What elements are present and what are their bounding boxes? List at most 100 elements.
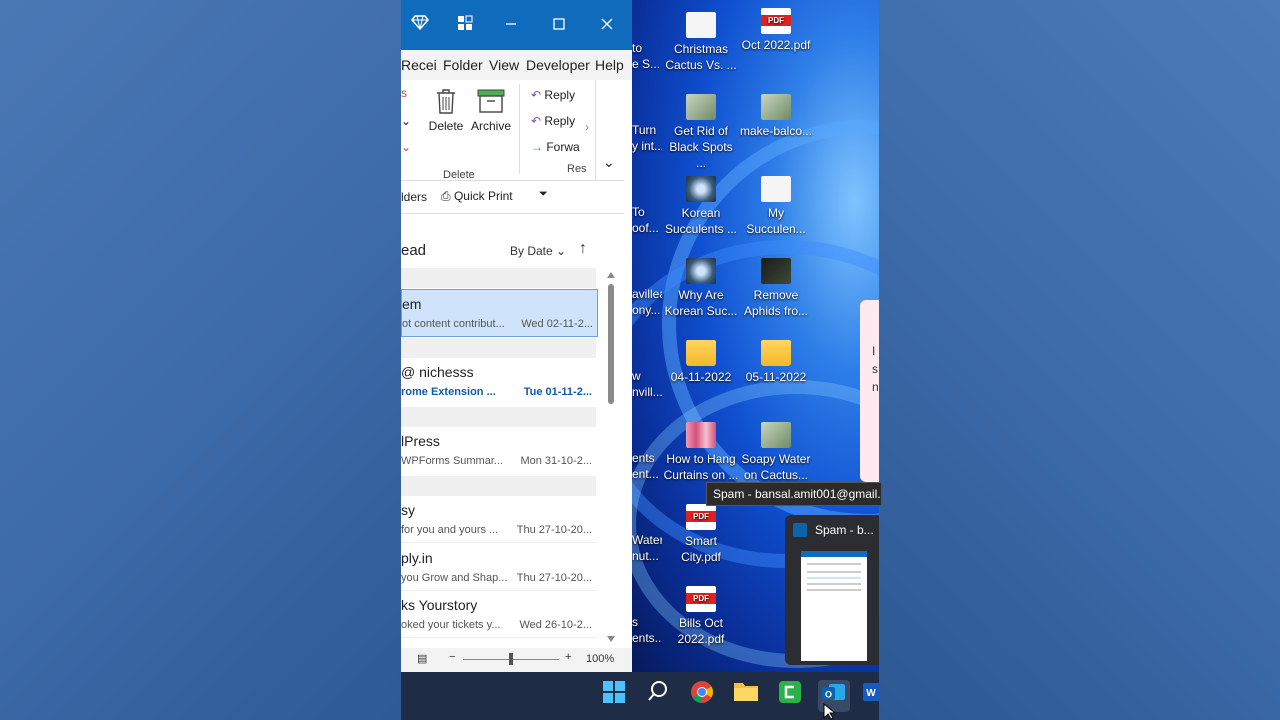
taskbar: O W: [401, 672, 879, 720]
reading-view-icon[interactable]: ▤: [417, 652, 427, 665]
zoom-out-button[interactable]: −: [449, 651, 455, 663]
desktop-icon-get-rid-of-black-spots[interactable]: Get Rid of Black Spots ...: [663, 94, 739, 171]
pdf-icon: [761, 8, 791, 34]
list-header: ead By Date ⌄ ↑: [401, 232, 632, 268]
desktop-icon-make-balcony[interactable]: make-balco...: [738, 94, 814, 139]
mail-preview: oked your tickets y...: [401, 619, 501, 631]
mail-list: em ot content contribut... Wed 02-11-2..…: [401, 268, 632, 648]
ribbon-cut-off-icon: s: [401, 86, 407, 100]
menu-developer[interactable]: Developer: [526, 57, 590, 73]
menu-bar: Recei Folder View Developer Help: [401, 50, 632, 80]
archive-button[interactable]: Archive: [469, 86, 513, 133]
desktop-icon-christmas-cactus[interactable]: Christmas Cactus Vs. ...: [663, 12, 739, 73]
folders-button[interactable]: lders: [401, 190, 427, 204]
apps-grid-icon[interactable]: [452, 12, 478, 38]
menu-receive[interactable]: Recei: [401, 57, 437, 73]
camtasia-taskbar-button[interactable]: [774, 680, 806, 712]
image-thumbnail-icon: [686, 94, 716, 120]
word-icon: W: [863, 683, 879, 701]
mail-preview: you Grow and Shap...: [401, 572, 508, 584]
outlook-icon: O: [822, 684, 845, 700]
image-thumbnail-icon: [686, 258, 716, 284]
search-button[interactable]: [642, 680, 674, 712]
ribbon-cut-off-dropdown[interactable]: ⌄: [401, 114, 411, 128]
mail-preview: WPForms Summar...: [401, 455, 504, 467]
sort-by-date-dropdown[interactable]: By Date ⌄: [510, 244, 566, 258]
mail-item[interactable]: @ nichesss rome Extension ... Tue 01-11-…: [401, 358, 596, 404]
desktop-edge-label: To oof...: [632, 205, 659, 235]
more-respond-chevron-icon[interactable]: ›: [585, 120, 589, 134]
desktop-folder-05-11-2022[interactable]: 05-11-2022: [738, 340, 814, 385]
taskbar-tooltip: Spam - bansal.amit001@gmail.c: [706, 482, 882, 506]
sort-direction-arrow-icon[interactable]: ↑: [579, 240, 587, 258]
outlook-icon: [793, 523, 807, 537]
start-button[interactable]: [598, 680, 630, 712]
ribbon-cut-off-dropdown[interactable]: ⌄: [401, 140, 411, 154]
menu-folder[interactable]: Folder: [443, 57, 483, 73]
blurred-background-right: [879, 0, 1280, 720]
maximize-icon[interactable]: [546, 12, 572, 38]
minimize-icon[interactable]: [498, 12, 524, 38]
mail-item[interactable]: lPress WPForms Summar... Mon 31-10-2...: [401, 427, 596, 473]
close-icon[interactable]: [594, 12, 620, 38]
zoom-slider-thumb[interactable]: [509, 653, 513, 665]
quick-print-button[interactable]: ⎙ Quick Print: [441, 189, 513, 204]
mail-item-selected[interactable]: em ot content contribut... Wed 02-11-2..…: [401, 289, 598, 337]
desktop-icon-oct-2022-pdf[interactable]: Oct 2022.pdf: [738, 8, 814, 53]
desktop-icon-soapy-water[interactable]: Soapy Water on Cactus...: [738, 422, 814, 483]
svg-text:W: W: [866, 688, 876, 699]
chrome-taskbar-button[interactable]: [686, 680, 718, 712]
reply-all-label: Reply: [544, 114, 576, 128]
pdf-icon: [686, 586, 716, 612]
mail-preview: ot content contribut...: [402, 318, 505, 330]
image-thumbnail-icon: [686, 422, 716, 448]
group-header: [401, 268, 596, 288]
preview-title: Spam - b...: [815, 523, 874, 537]
desktop-icon-why-are-korean[interactable]: Why Are Korean Suc...: [663, 258, 739, 319]
reply-all-button[interactable]: ↶ Reply: [531, 114, 575, 128]
forward-button[interactable]: → Forwa: [531, 140, 580, 154]
mail-item[interactable]: sy for you and yours ... Thu 27-10-20...: [401, 496, 596, 543]
desktop-icon-how-to-hang-curtains[interactable]: How to Hang Curtains on ...: [663, 422, 739, 483]
title-bar: [401, 0, 632, 50]
customize-toolbar-dropdown-icon[interactable]: ⏷: [539, 188, 548, 201]
taskbar-preview-thumbnail[interactable]: Spam - b...: [785, 515, 879, 665]
ribbon-group-respond: Res: [567, 163, 587, 175]
menu-help[interactable]: Help: [595, 57, 624, 73]
mail-preview: for you and yours ...: [401, 524, 499, 536]
document-thumbnail-icon: [761, 176, 791, 202]
mail-item[interactable]: ply.in you Grow and Shap... Thu 27-10-20…: [401, 544, 596, 591]
premium-diamond-icon[interactable]: [407, 12, 433, 38]
desktop-edge-label: ents ent...: [632, 451, 659, 481]
svg-text:O: O: [825, 690, 832, 700]
file-explorer-taskbar-button[interactable]: [730, 680, 762, 712]
outlook-window: Recei Folder View Developer Help s ⌄ ⌄ D…: [401, 0, 632, 672]
desktop-icon-korean-succulents[interactable]: Korean Succulents ...: [663, 176, 739, 237]
menu-view[interactable]: View: [489, 57, 519, 73]
desktop-icon-bills-oct-2022-pdf[interactable]: Bills Oct2022.pdf: [663, 586, 739, 647]
desktop-edge-label: avilleaony...: [632, 287, 662, 317]
ribbon-expand-chevron-icon[interactable]: ⌄: [603, 154, 615, 171]
desktop-icon-smart-city-pdf[interactable]: SmartCity.pdf: [663, 504, 739, 565]
mail-date: Thu 27-10-20...: [516, 572, 592, 584]
folder-icon: [734, 683, 758, 701]
mail-list-scrollbar[interactable]: [606, 268, 616, 646]
zoom-in-button[interactable]: +: [565, 651, 571, 663]
group-header: [401, 338, 596, 358]
desktop-icon-remove-aphids[interactable]: Remove Aphids fro...: [738, 258, 814, 319]
reply-button[interactable]: ↶ Reply: [531, 88, 575, 102]
desktop-edge-label: Water nut...: [632, 533, 662, 563]
printer-icon: ⎙: [441, 189, 451, 203]
image-thumbnail-icon: [761, 422, 791, 448]
mail-sender: ply.in: [401, 550, 433, 566]
desktop-folder-04-11-2022[interactable]: 04-11-2022: [663, 340, 739, 385]
word-taskbar-button[interactable]: W: [862, 680, 879, 712]
group-header: [401, 476, 596, 496]
delete-button[interactable]: Delete: [427, 86, 465, 133]
mail-sender: sy: [401, 502, 415, 518]
unread-filter-tab[interactable]: ead: [401, 242, 426, 259]
mail-item[interactable]: ks Yourstory oked your tickets y... Wed …: [401, 591, 596, 638]
mail-sender: lPress: [401, 433, 440, 449]
desktop-icon-my-succulents[interactable]: My Succulen...: [738, 176, 814, 237]
camtasia-icon: [779, 681, 801, 703]
